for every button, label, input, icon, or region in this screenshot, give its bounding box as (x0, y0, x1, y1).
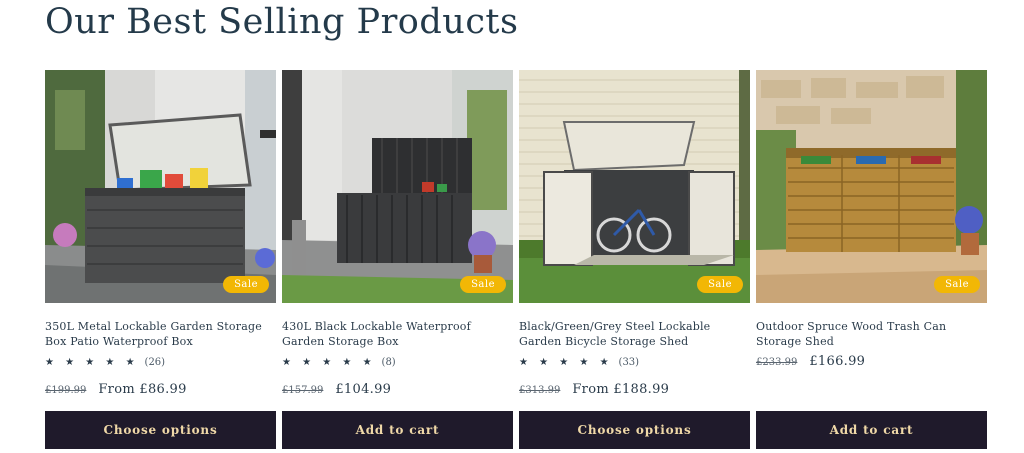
rating-stars-icon: ★ ★ ★ ★ ★ (282, 356, 376, 368)
product-price: £313.99 From £188.99 (519, 382, 750, 397)
product-card[interactable]: Sale Black/Green/Grey Steel Lockable Gar… (519, 70, 750, 449)
rating-stars-icon: ★ ★ ★ ★ ★ (519, 356, 613, 368)
sale-badge: Sale (697, 276, 743, 293)
sale-price: £104.99 (335, 382, 392, 397)
was-price: £313.99 (519, 385, 561, 396)
add-to-cart-button[interactable]: Add to cart (282, 411, 513, 449)
sale-badge: Sale (460, 276, 506, 293)
product-grid: Sale 350L Metal Lockable Garden Storage … (45, 70, 990, 449)
product-title[interactable]: 350L Metal Lockable Garden Storage Box P… (45, 319, 276, 349)
product-rating: ★ ★ ★ ★ ★ (8) (282, 355, 513, 369)
was-price: £233.99 (756, 357, 798, 368)
product-image[interactable]: Sale (756, 70, 987, 303)
was-price: £157.99 (282, 385, 324, 396)
was-price: £199.99 (45, 385, 87, 396)
sale-price: From £86.99 (98, 382, 187, 397)
product-title[interactable]: Black/Green/Grey Steel Lockable Garden B… (519, 319, 750, 349)
product-title[interactable]: 430L Black Lockable Waterproof Garden St… (282, 319, 513, 349)
product-card[interactable]: Sale 430L Black Lockable Waterproof Gard… (282, 70, 513, 449)
review-count: (26) (144, 356, 166, 368)
product-price: £157.99 £104.99 (282, 382, 513, 397)
add-to-cart-button[interactable]: Add to cart (756, 411, 987, 449)
choose-options-button[interactable]: Choose options (45, 411, 276, 449)
review-count: (33) (618, 356, 640, 368)
review-count: (8) (381, 356, 396, 368)
product-image[interactable]: Sale (519, 70, 750, 303)
product-card[interactable]: Sale Outdoor Spruce Wood Trash Can Stora… (756, 70, 987, 449)
sale-price: £166.99 (809, 354, 866, 369)
choose-options-button[interactable]: Choose options (519, 411, 750, 449)
product-rating: ★ ★ ★ ★ ★ (33) (519, 355, 750, 369)
product-rating: ★ ★ ★ ★ ★ (26) (45, 355, 276, 369)
product-image[interactable]: Sale (282, 70, 513, 303)
sale-badge: Sale (934, 276, 980, 293)
rating-stars-icon: ★ ★ ★ ★ ★ (45, 356, 139, 368)
product-card[interactable]: Sale 350L Metal Lockable Garden Storage … (45, 70, 276, 449)
product-title[interactable]: Outdoor Spruce Wood Trash Can Storage Sh… (756, 319, 987, 349)
sale-badge: Sale (223, 276, 269, 293)
product-price: £233.99 £166.99 (756, 354, 987, 369)
product-image[interactable]: Sale (45, 70, 276, 303)
sale-price: From £188.99 (572, 382, 670, 397)
section-title: Our Best Selling Products (45, 2, 519, 42)
product-price: £199.99 From £86.99 (45, 382, 276, 397)
